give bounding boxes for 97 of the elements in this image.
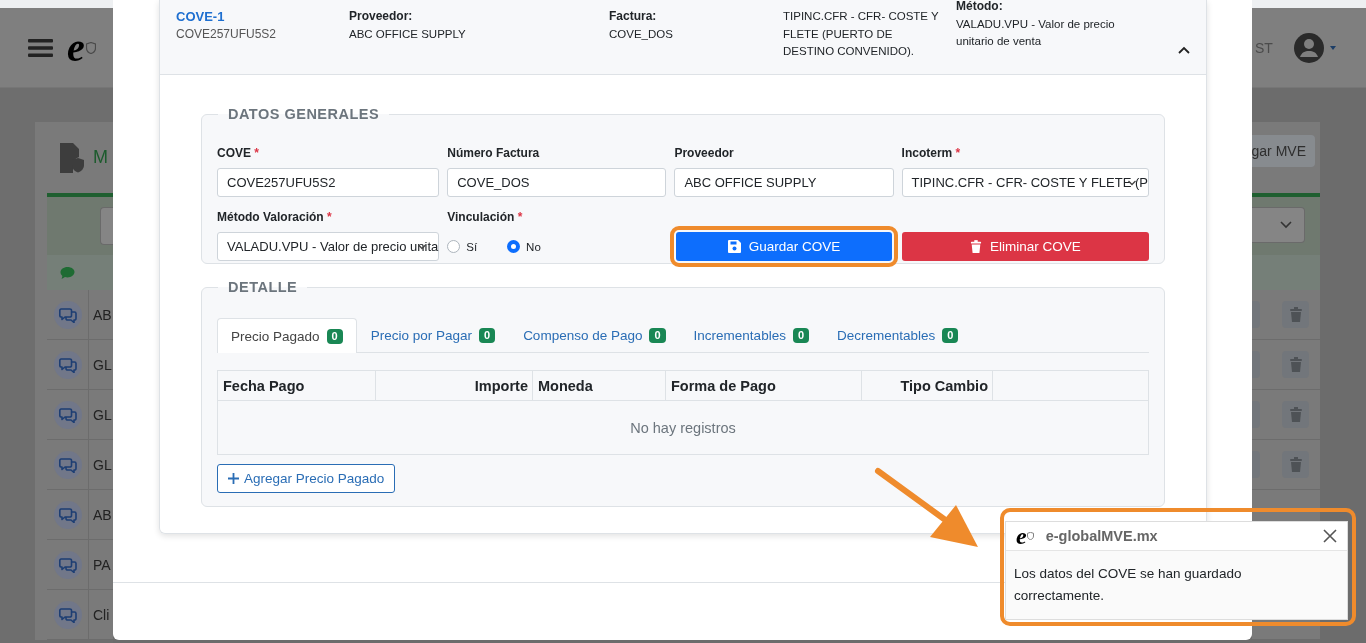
chat-icon xyxy=(58,406,77,423)
field-label: Método Valoración * xyxy=(217,209,333,225)
radio-label: Sí xyxy=(466,240,478,253)
shield-icon xyxy=(85,41,96,54)
select-field[interactable]: TIPINC.CFR - CFR- COSTE Y FLETE (P xyxy=(901,168,1149,197)
empty-message: No hay registros xyxy=(630,419,736,436)
plus-icon xyxy=(228,473,239,484)
row-text: AB xyxy=(92,506,112,523)
document-shield-icon xyxy=(59,141,85,174)
text-field[interactable]: COVE_DOS xyxy=(447,168,667,197)
count-badge: 0 xyxy=(942,328,959,343)
tab[interactable]: Compenso de Pago 0 xyxy=(509,318,680,352)
field-label: Incoterm * xyxy=(901,145,962,161)
summary-label: Método: xyxy=(956,0,1004,15)
chat-icon xyxy=(58,306,77,323)
row-text: GL xyxy=(92,406,112,423)
field-label: Vinculación * xyxy=(447,209,524,225)
tab[interactable]: Decrementables 0 xyxy=(823,318,973,352)
row-text: AB xyxy=(92,306,112,323)
chat-icon xyxy=(58,556,77,573)
radio-button[interactable] xyxy=(447,240,461,253)
field-label: Número Factura xyxy=(447,145,541,161)
tab[interactable]: Precio Pagado 0 xyxy=(217,318,357,353)
notification-title: e-globalMVE.mx xyxy=(1045,528,1158,544)
page-title: M xyxy=(93,147,108,168)
radio-label: No xyxy=(526,240,541,253)
chat-icon xyxy=(58,506,77,523)
delete-button[interactable] xyxy=(1282,451,1309,478)
summary-label: Factura: xyxy=(609,8,658,25)
row-text: GL xyxy=(92,456,112,473)
trash-icon xyxy=(1288,456,1303,473)
filter-select[interactable] xyxy=(100,207,113,245)
summary-value: COVE_DOS xyxy=(609,26,674,42)
save-button[interactable]: Guardar COVE xyxy=(676,232,892,261)
chevron-down-icon xyxy=(418,244,427,250)
chat-button[interactable] xyxy=(53,600,82,629)
radio-button[interactable] xyxy=(507,240,521,253)
trash-icon xyxy=(1288,356,1303,373)
chat-button[interactable] xyxy=(53,400,82,429)
count-badge: 0 xyxy=(479,328,496,343)
comment-icon xyxy=(60,265,75,280)
field-label: Proveedor xyxy=(674,145,735,161)
close-icon xyxy=(1323,529,1337,543)
chat-button[interactable] xyxy=(53,350,82,379)
column-header: Importe xyxy=(474,377,528,394)
chat-icon xyxy=(58,456,77,473)
chat-button[interactable] xyxy=(53,500,82,529)
delete-button[interactable] xyxy=(1282,301,1309,328)
chat-button[interactable] xyxy=(53,300,82,329)
field-label: COVE * xyxy=(217,145,261,161)
chat-icon xyxy=(58,356,77,373)
close-button[interactable] xyxy=(1323,529,1337,543)
filter-select[interactable] xyxy=(1252,207,1305,243)
chat-icon xyxy=(58,606,77,623)
column-header: Forma de Pago xyxy=(671,377,776,394)
count-badge: 0 xyxy=(649,328,666,343)
column-header: Moneda xyxy=(538,377,593,394)
shield-icon xyxy=(1026,532,1034,540)
trash-icon xyxy=(969,239,982,254)
delete-button[interactable] xyxy=(1282,401,1309,428)
tab[interactable]: Incrementables 0 xyxy=(679,318,824,352)
row-text: GL xyxy=(92,356,112,373)
save-icon xyxy=(727,240,741,253)
count-badge: 0 xyxy=(792,328,810,343)
chat-button[interactable] xyxy=(53,450,82,479)
logo: e xyxy=(1016,524,1027,548)
summary-value: ABC OFFICE SUPPLY xyxy=(349,26,467,42)
trash-icon xyxy=(1288,306,1303,323)
section-legend: DETALLE xyxy=(218,279,308,295)
delete-button[interactable] xyxy=(1282,351,1309,378)
chat-button[interactable] xyxy=(53,550,82,579)
logo: e xyxy=(67,27,85,68)
summary-label: Proveedor: xyxy=(349,8,414,25)
upload-button[interactable]: gar MVE xyxy=(1252,135,1315,167)
tab[interactable]: Precio por Pagar 0 xyxy=(356,318,510,352)
row-text: PA xyxy=(92,556,111,573)
notification-message: Los datos del COVE se han guardado correctamente. xyxy=(1014,565,1243,605)
trash-icon xyxy=(1288,406,1303,423)
caret-icon xyxy=(1330,45,1336,50)
avatar-icon[interactable] xyxy=(1294,32,1324,63)
text-field[interactable]: ABC OFFICE SUPPLY xyxy=(674,168,894,197)
summary-value: TIPINC.CFR - CFR- COSTE Y FLETE (PUERTO DE DESTINO CONVENIDO). xyxy=(783,9,940,59)
select-field[interactable]: VALADU.VPU - Valor de precio unita xyxy=(217,232,440,261)
row-text: Cli xyxy=(92,606,110,623)
summary-value: VALADU.VPU - Valor de precio unitario de venta xyxy=(956,16,1116,49)
cove-code: COVE257UFU5S2 xyxy=(176,25,278,43)
chevron-down-icon xyxy=(1280,221,1292,229)
add-button[interactable]: Agregar Precio Pagado xyxy=(217,464,396,493)
delete-button[interactable]: Eliminar COVE xyxy=(901,232,1149,261)
column-header: Fecha Pago xyxy=(223,377,305,394)
section-legend: DATOS GENERALES xyxy=(218,106,390,122)
count-badge: 0 xyxy=(326,328,343,344)
menu-icon[interactable] xyxy=(28,37,53,58)
cove-title: COVE-1 xyxy=(176,8,226,26)
column-header: Tipo Cambio xyxy=(900,377,988,394)
chevron-up-icon[interactable] xyxy=(1178,46,1190,54)
text-field[interactable]: COVE257UFU5S2 xyxy=(217,168,440,197)
